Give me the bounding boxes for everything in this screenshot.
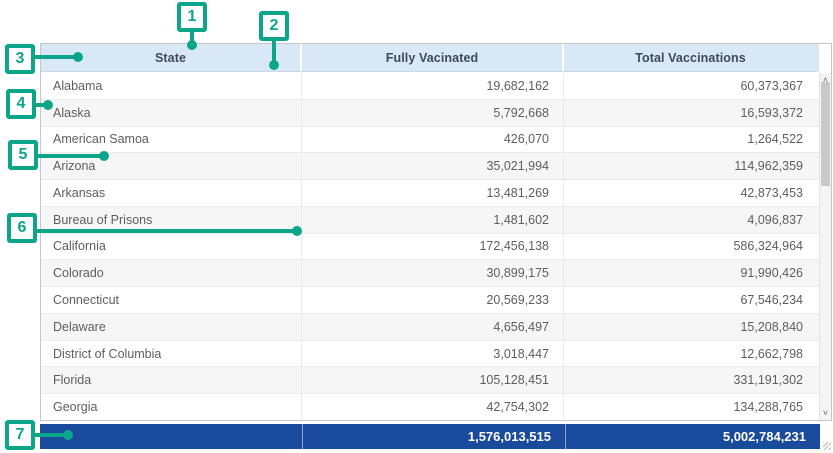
- total-vaccinations-cell: 67,546,234: [564, 287, 817, 313]
- vertical-scrollbar[interactable]: ˄ ˅: [819, 73, 831, 420]
- state-cell: District of Columbia: [41, 341, 302, 367]
- fully-vacinated-cell: 42,754,302: [302, 394, 564, 420]
- callout-3-dot: [73, 52, 83, 62]
- totals-state-cell: [40, 424, 302, 449]
- state-cell: Colorado: [41, 260, 302, 286]
- callout-4: 4: [6, 89, 36, 119]
- totals-fully-vacinated-cell: 1,576,013,515: [302, 424, 565, 449]
- fully-vacinated-cell: 13,481,269: [302, 180, 564, 206]
- state-cell: Delaware: [41, 314, 302, 340]
- total-vaccinations-cell: 586,324,964: [564, 234, 817, 260]
- callout-2-dot: [269, 60, 279, 70]
- total-vaccinations-cell: 16,593,372: [564, 100, 817, 126]
- callout-6: 6: [7, 213, 37, 243]
- table-header-row: State Fully Vacinated Total Vaccinations: [41, 44, 819, 72]
- state-cell: California: [41, 234, 302, 260]
- fully-vacinated-cell: 1,481,602: [302, 207, 564, 233]
- fully-vacinated-cell: 30,899,175: [302, 260, 564, 286]
- callout-3-line: [32, 55, 76, 59]
- callout-5-dot: [99, 151, 109, 161]
- table-body: Alabama 19,682,162 60,373,367 Alaska 5,7…: [41, 73, 819, 420]
- table-row: Alaska 5,792,668 16,593,372: [41, 100, 819, 127]
- callout-2: 2: [259, 11, 289, 41]
- fully-vacinated-cell: 172,456,138: [302, 234, 564, 260]
- total-vaccinations-cell: 4,096,837: [564, 207, 817, 233]
- total-vaccinations-cell: 134,288,765: [564, 394, 817, 420]
- state-cell: Alabama: [41, 73, 302, 99]
- callout-7: 7: [5, 420, 35, 450]
- total-vaccinations-cell: 91,990,426: [564, 260, 817, 286]
- fully-vacinated-cell: 35,021,994: [302, 153, 564, 179]
- totals-row: 1,576,013,515 5,002,784,231: [40, 424, 820, 449]
- page: State Fully Vacinated Total Vaccinations…: [0, 0, 833, 453]
- total-vaccinations-cell: 1,264,522: [564, 127, 817, 153]
- callout-1: 1: [177, 2, 207, 32]
- table-row: Connecticut 20,569,233 67,546,234: [41, 287, 819, 314]
- total-vaccinations-cell: 42,873,453: [564, 180, 817, 206]
- callout-7-dot: [63, 430, 73, 440]
- callout-1-dot: [187, 40, 197, 50]
- callout-5-line: [35, 154, 101, 158]
- callout-2-line: [272, 38, 276, 62]
- column-header-total-vaccinations: Total Vaccinations: [564, 44, 817, 71]
- state-cell: Connecticut: [41, 287, 302, 313]
- callout-6-dot: [292, 226, 302, 236]
- total-vaccinations-cell: 331,191,302: [564, 367, 817, 393]
- table-row: Arkansas 13,481,269 42,873,453: [41, 180, 819, 207]
- table-row: American Samoa 426,070 1,264,522: [41, 127, 819, 154]
- table-row: California 172,456,138 586,324,964: [41, 234, 819, 261]
- fully-vacinated-cell: 3,018,447: [302, 341, 564, 367]
- fully-vacinated-cell: 4,656,497: [302, 314, 564, 340]
- total-vaccinations-cell: 60,373,367: [564, 73, 817, 99]
- column-header-fully-vacinated: Fully Vacinated: [302, 44, 564, 71]
- fully-vacinated-cell: 426,070: [302, 127, 564, 153]
- total-vaccinations-cell: 12,662,798: [564, 341, 817, 367]
- state-cell: American Samoa: [41, 127, 302, 153]
- callout-4-dot: [43, 100, 53, 110]
- total-vaccinations-cell: 15,208,840: [564, 314, 817, 340]
- state-cell: Arkansas: [41, 180, 302, 206]
- total-vaccinations-cell: 114,962,359: [564, 153, 817, 179]
- fully-vacinated-cell: 19,682,162: [302, 73, 564, 99]
- fully-vacinated-cell: 20,569,233: [302, 287, 564, 313]
- callout-5: 5: [8, 140, 38, 170]
- table-row: Delaware 4,656,497 15,208,840: [41, 314, 819, 341]
- table-row: Arizona 35,021,994 114,962,359: [41, 153, 819, 180]
- callout-6-line: [34, 229, 294, 233]
- table-row: Florida 105,128,451 331,191,302: [41, 367, 819, 394]
- resize-grip-icon: [823, 442, 831, 450]
- callout-7-line: [32, 433, 65, 437]
- totals-total-vaccinations-cell: 5,002,784,231: [565, 424, 820, 449]
- table-row: Alabama 19,682,162 60,373,367: [41, 73, 819, 100]
- table-row: District of Columbia 3,018,447 12,662,79…: [41, 341, 819, 368]
- state-cell: Alaska: [41, 100, 302, 126]
- table-row: Colorado 30,899,175 91,990,426: [41, 260, 819, 287]
- state-cell: Florida: [41, 367, 302, 393]
- scrollbar-thumb[interactable]: [821, 82, 830, 186]
- callout-3: 3: [5, 44, 35, 74]
- fully-vacinated-cell: 105,128,451: [302, 367, 564, 393]
- state-cell: Georgia: [41, 394, 302, 420]
- table-row: Georgia 42,754,302 134,288,765: [41, 394, 819, 420]
- scroll-down-icon[interactable]: ˅: [820, 406, 831, 420]
- fully-vacinated-cell: 5,792,668: [302, 100, 564, 126]
